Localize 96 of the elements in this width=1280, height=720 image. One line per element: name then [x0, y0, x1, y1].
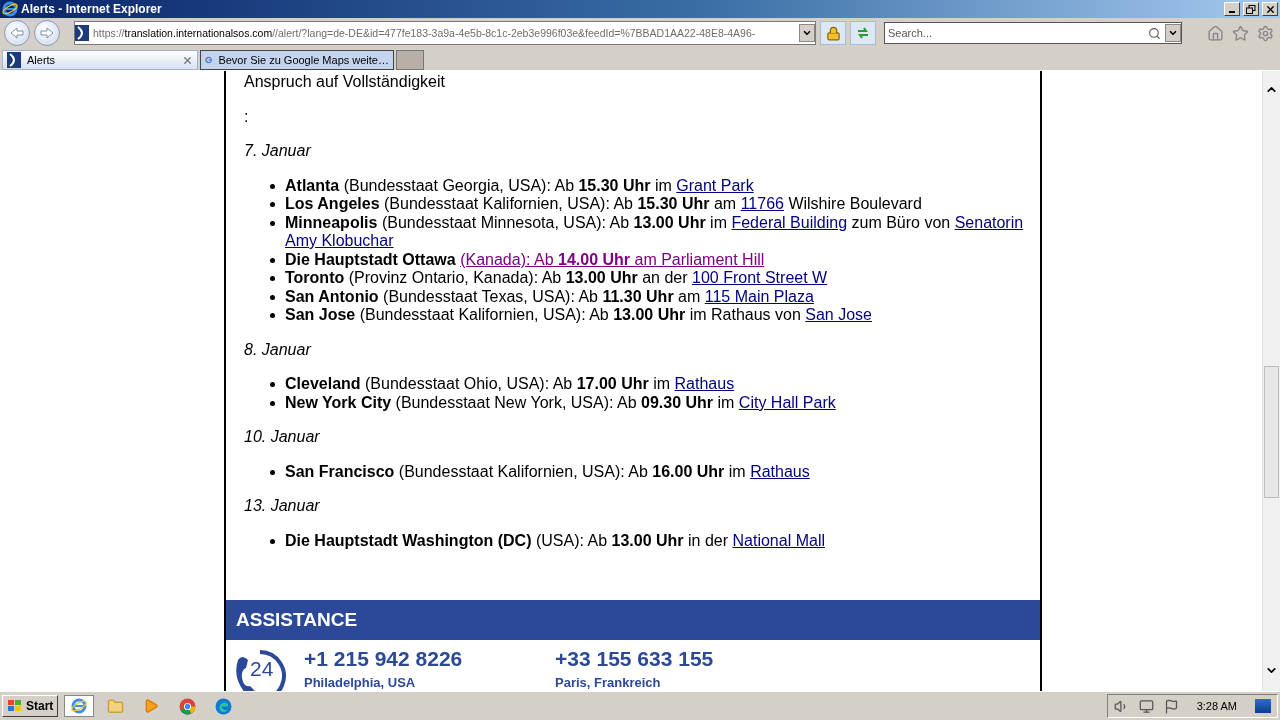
- scroll-thumb[interactable]: [1264, 366, 1279, 498]
- event-entry: Toronto (Provinz Ontario, Kanada): Ab 13.00 Uhr an der 100 Front Street W: [285, 269, 829, 288]
- bullet-icon: [270, 400, 275, 406]
- assistance-title: ASSISTANCE: [236, 610, 358, 630]
- browser-tab[interactable]: Bevor Sie zu Google Maps weite…: [200, 50, 394, 70]
- settings-icon: [1257, 24, 1274, 42]
- bullet-icon: [270, 382, 275, 387]
- minimize-button[interactable]: [1224, 2, 1240, 16]
- caret-icon: [1168, 28, 1178, 38]
- bullet-icon: [270, 183, 275, 189]
- settings-button[interactable]: [1255, 24, 1276, 42]
- bullet-icon: [270, 202, 275, 207]
- date-heading: 13. Januar: [244, 497, 321, 516]
- link[interactable]: 100 Front Street W: [692, 269, 828, 286]
- badge-number: 24: [250, 660, 274, 679]
- event-entry: San Francisco (Bundesstaat Kalifornien, USA): Ab 16.00 Uhr im Rathaus: [285, 462, 811, 481]
- media-player-icon: [143, 698, 160, 714]
- bullet-icon: [270, 469, 275, 475]
- link[interactable]: 115 Main Plaza: [704, 287, 814, 305]
- network-icon[interactable]: [1138, 698, 1154, 714]
- close-tab-icon[interactable]: [182, 54, 193, 66]
- link[interactable]: National Mall: [732, 531, 825, 549]
- new-tab-button[interactable]: [396, 50, 424, 70]
- event-entry: San Antonio (Bundesstaat Texas, USA): Ab 11.30 Uhr am 115 Main Plaza: [285, 287, 815, 306]
- search-icon[interactable]: [1148, 26, 1161, 40]
- clock[interactable]: 3:28 AM: [1188, 700, 1245, 712]
- event-entry: Die Hauptstadt Washington (DC) (USA): Ab 13.00 Uhr in der National Mall: [285, 531, 826, 550]
- bullet-icon: [270, 276, 275, 281]
- link[interactable]: Grant Park: [676, 176, 754, 194]
- lock-button[interactable]: [820, 21, 846, 45]
- event-entry: Cleveland (Bundesstaat Ohio, USA): Ab 17.00 Uhr im Rathaus: [285, 375, 736, 394]
- restore-icon: [1246, 4, 1256, 14]
- event-entry: Atlanta (Bundesstaat Georgia, USA): Ab 15.30 Uhr im Grant Park: [285, 176, 755, 195]
- compatibility-button[interactable]: [850, 21, 876, 45]
- back-button[interactable]: [4, 20, 30, 46]
- search-bar[interactable]: Search...: [884, 22, 1182, 44]
- restore-button[interactable]: [1243, 2, 1259, 16]
- address-field[interactable]: https://translation.internationalsos.com//alert/?lang=de-DE&id=477fe183-3a9a-4e5b-8c1c-2eb3e996f03e&feedId=%7BBAD1AA22-48E8-4A96-: [74, 21, 816, 45]
- edge-icon: [214, 697, 232, 715]
- link[interactable]: Federal Building: [731, 213, 848, 231]
- back-arrow-icon: [10, 27, 24, 39]
- url-text: https://translation.internationalsos.com//alert/?lang=de-DE&id=477fe183-3a9a-4e5b-8c1c-2eb3e996f03e&feedId=%7BBAD1AA22-48E8-4A96-: [93, 27, 757, 39]
- dropdown-button[interactable]: [1165, 24, 1181, 42]
- dropdown-button[interactable]: [799, 24, 815, 42]
- browser-tab[interactable]: Alerts: [2, 50, 198, 70]
- bullet-icon: [270, 294, 275, 300]
- scrollbar[interactable]: [1262, 71, 1280, 691]
- event-entry: Los Angeles (Bundesstaat Kalifornien, USA): Ab 15.30 Uhr am 11766 Wilshire Boulevard: [285, 195, 923, 214]
- date-heading: 7. Januar: [244, 142, 313, 161]
- link[interactable]: San Jose: [805, 306, 872, 323]
- link[interactable]: Rathaus: [674, 375, 735, 392]
- phone-number: +1 215 942 8226: [304, 648, 464, 670]
- star-icon: [1232, 24, 1249, 42]
- link[interactable]: Rathaus: [750, 462, 810, 480]
- link[interactable]: (Kanada): Ab 14.00 Uhr am Parliament Hill: [460, 250, 765, 268]
- home-icon: [1207, 24, 1224, 42]
- folder-icon: [106, 697, 124, 715]
- browser-logo-icon: [2, 1, 18, 17]
- event-entry: Minneapolis (Bundesstaat Minnesota, USA): Ab 13.00 Uhr im Federal Building zum Büro von Senatorin Amy Klobuchar: [285, 213, 1025, 251]
- link[interactable]: Senatorin: [954, 213, 1024, 231]
- event-entry: New York City (Bundesstaat New York, USA): Ab 09.30 Uhr im City Hall Park: [285, 393, 837, 412]
- paragraph: Anspruch auf Vollständigkeit: [244, 73, 446, 92]
- windows-logo-icon: [7, 699, 23, 713]
- bullet-icon: [270, 313, 275, 318]
- bullet-icon: [270, 538, 275, 544]
- event-entry: Die Hauptstadt Ottawa (Kanada): Ab 14.00 Uhr am Parliament Hill: [285, 250, 766, 269]
- forward-button[interactable]: [34, 20, 60, 46]
- favorites-button[interactable]: [1230, 24, 1251, 42]
- forward-arrow-icon: [40, 27, 54, 39]
- chrome-icon: [178, 697, 196, 715]
- phone-number: +33 155 633 155: [555, 648, 715, 670]
- taskbar-app[interactable]: [64, 695, 95, 717]
- window-title: Alerts - Internet Explorer: [21, 2, 163, 16]
- bullet-icon: [270, 257, 275, 263]
- date-heading: 8. Januar: [244, 340, 313, 359]
- caret-icon: [802, 28, 812, 38]
- start-button[interactable]: Start: [2, 695, 59, 717]
- link[interactable]: Amy Klobuchar: [285, 232, 394, 249]
- city-label: Philadelphia, USA: [304, 674, 417, 691]
- site-logo-icon: [75, 25, 89, 41]
- date-heading: 10. Januar: [244, 428, 321, 447]
- link[interactable]: City Hall Park: [738, 393, 836, 411]
- close-icon: [1264, 3, 1276, 15]
- browser-logo-icon: [71, 698, 88, 714]
- city-label: Paris, Frankreich: [555, 674, 662, 691]
- close-button[interactable]: [1262, 2, 1278, 16]
- flag-icon[interactable]: [1163, 698, 1179, 714]
- bullet-icon: [270, 220, 275, 226]
- home-button[interactable]: [1205, 24, 1226, 42]
- site-logo-icon: [7, 52, 21, 68]
- show-desktop-button[interactable]: [1255, 699, 1271, 713]
- paragraph: :: [244, 107, 250, 126]
- lock-icon: [825, 25, 841, 41]
- link[interactable]: 11766: [740, 195, 784, 212]
- swap-arrows-icon: [856, 27, 870, 39]
- event-entry: San Jose (Bundesstaat Kalifornien, USA): Ab 13.00 Uhr im Rathaus von San Jose: [285, 306, 873, 325]
